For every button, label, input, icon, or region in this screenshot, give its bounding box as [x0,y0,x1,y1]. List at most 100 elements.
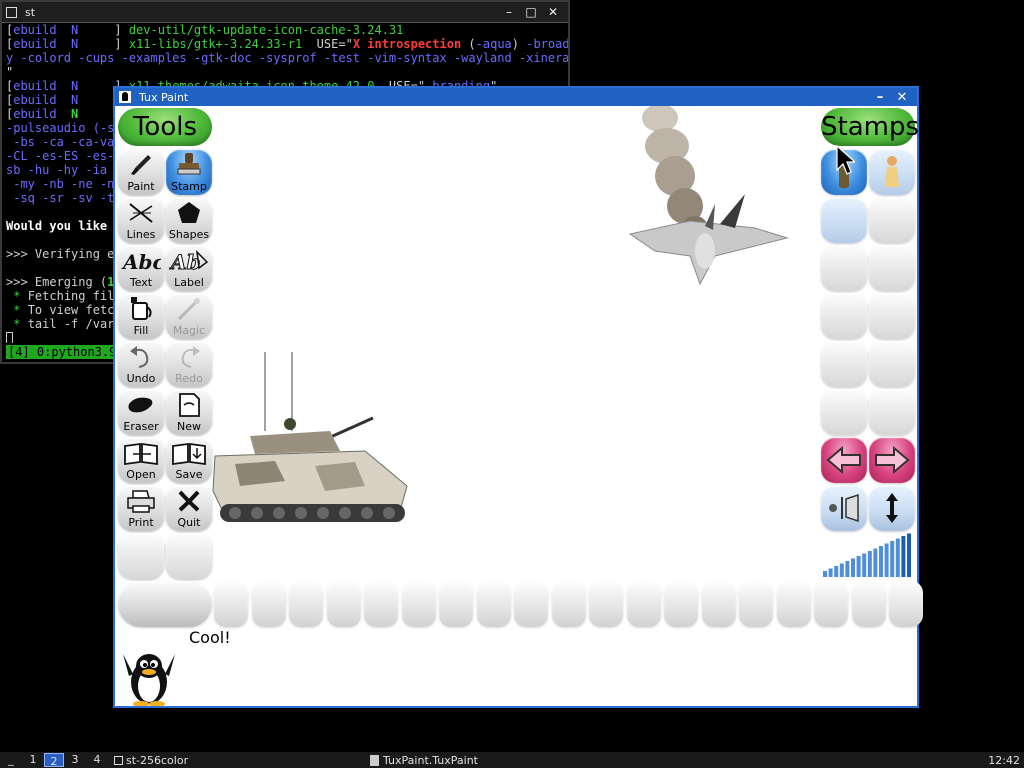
terminal-line: [ebuild N ] dev-util/gtk-update-icon-cac… [6,23,564,37]
stamp-flip-button[interactable] [821,485,867,531]
stamp-slot[interactable] [869,389,915,435]
terminal-segment: dev-util/gtk-update-icon-cache-3.24.31 [128,23,404,37]
stamp-slot[interactable] [821,389,867,435]
color-swatch[interactable] [626,581,661,627]
workspace-2[interactable]: 2 [44,753,64,768]
size-bar[interactable] [845,561,850,577]
workspace-4[interactable]: 4 [86,752,108,768]
stamp-slot[interactable] [869,341,915,387]
minimize-icon[interactable]: – [498,5,520,19]
tmux-status: [4] 0:python3.9 [6,345,119,359]
terminal-segment: x11-libs/gtk+-3.24.33-r1 [128,37,303,51]
task-tuxpaint[interactable]: TuxPaint.TuxPaint [370,754,478,767]
stamp-slot[interactable] [869,197,915,243]
color-swatch[interactable] [364,581,398,627]
person-icon [885,156,899,187]
next-stamps-button[interactable] [869,437,915,483]
size-bar[interactable] [823,571,827,577]
color-swatch[interactable] [401,581,436,627]
taskbar-minimize[interactable]: _ [0,752,22,768]
color-swatch[interactable] [551,581,586,627]
close-icon[interactable]: ✕ [542,5,564,19]
color-swatch[interactable] [701,581,736,627]
maximize-icon[interactable]: □ [520,5,542,19]
terminal-segment: Fetching fil [20,289,115,303]
terminal-segment: ( [461,37,476,51]
size-bar[interactable] [834,566,839,577]
workspace-1[interactable]: 1 [22,752,44,768]
tux-message: Cool! [189,628,231,647]
terminal-segment: Would you like [6,219,115,233]
stamp-person[interactable] [869,149,915,195]
size-bar[interactable] [839,563,844,578]
tuxpaint-titlebar[interactable]: Tux Paint – ✕ [115,88,917,106]
color-swatch[interactable] [476,581,511,627]
color-swatch[interactable] [326,581,361,627]
minimize-icon[interactable]: – [869,90,891,105]
stamp-slot[interactable] [821,197,867,243]
terminal-segment: -sq -sr -sv -t [6,191,115,205]
color-swatch[interactable] [589,581,623,627]
color-swatch[interactable] [889,581,923,627]
size-bar[interactable] [856,556,861,577]
workspace-3[interactable]: 3 [64,752,86,768]
color-swatch[interactable] [214,581,248,627]
stamp-vertical-flip-button[interactable] [869,485,915,531]
stamp-slot[interactable] [821,341,867,387]
color-swatch[interactable] [439,581,473,627]
stamp-slot[interactable] [821,293,867,339]
color-swatch[interactable] [776,581,811,627]
terminal-segment: ebuild N [13,37,108,51]
smoke-stamp [642,106,707,236]
size-bar[interactable] [867,551,872,577]
color-swatch[interactable] [739,581,773,627]
task-st[interactable]: st-256color [114,754,188,767]
stamp-slot[interactable] [821,245,867,291]
terminal-segment: -bs -ca -ca-va [6,135,115,149]
tux-icon [119,91,131,103]
terminal-segment: ] [107,37,129,51]
terminal-segment: N [71,107,79,121]
color-swatch[interactable] [251,581,286,627]
size-bar[interactable] [907,533,911,578]
terminal-segment: ebuild N [13,93,108,107]
size-bar[interactable] [862,553,867,578]
terminal-segment: ebuild N [13,79,108,93]
terminal-segment: USE=" [302,37,353,51]
terminal-line: y -colord -cups -examples -gtk-doc -sysp… [6,51,568,65]
color-swatch[interactable] [664,581,698,627]
close-icon[interactable]: ✕ [891,90,913,105]
size-bar[interactable] [873,548,878,578]
size-bar[interactable] [901,536,906,577]
terminal-segment: -broadwa [526,37,568,51]
color-swatch[interactable] [289,581,323,627]
terminal-segment: >>> Verifying e [6,247,115,261]
terminal-segment: sb -hu -hy -ia [6,163,115,177]
terminal-segment: -pulseaudio (-s [6,121,115,135]
tuxpaint-window[interactable]: Tux Paint – ✕ Tools Paint Stamp Lines Shape… [113,86,923,708]
size-bar[interactable] [895,538,900,578]
window-icon [114,755,123,765]
terminal-title: st [25,5,36,19]
size-bar[interactable] [879,546,883,577]
window-icon [6,6,17,18]
current-color-swatch [118,581,212,627]
color-swatch[interactable] [514,581,548,627]
size-bar[interactable] [851,558,855,578]
color-swatch[interactable] [814,581,848,627]
size-bar[interactable] [884,543,889,578]
prev-stamps-button[interactable] [821,437,867,483]
size-bar[interactable] [890,541,895,577]
stamp-slot[interactable] [869,245,915,291]
terminal-segment: ] [107,23,129,37]
jet-stamp [628,194,789,286]
stamp-size-slider[interactable] [821,531,915,577]
size-bar[interactable] [828,568,833,578]
stamp-slot[interactable] [869,293,915,339]
tux-penguin-icon [123,654,175,706]
terminal-titlebar[interactable]: st – □ ✕ [2,2,568,23]
up-down-arrow-icon [886,493,898,523]
color-swatch[interactable] [851,581,886,627]
terminal-cursor [6,332,13,343]
mouse-cursor-icon [836,144,855,175]
